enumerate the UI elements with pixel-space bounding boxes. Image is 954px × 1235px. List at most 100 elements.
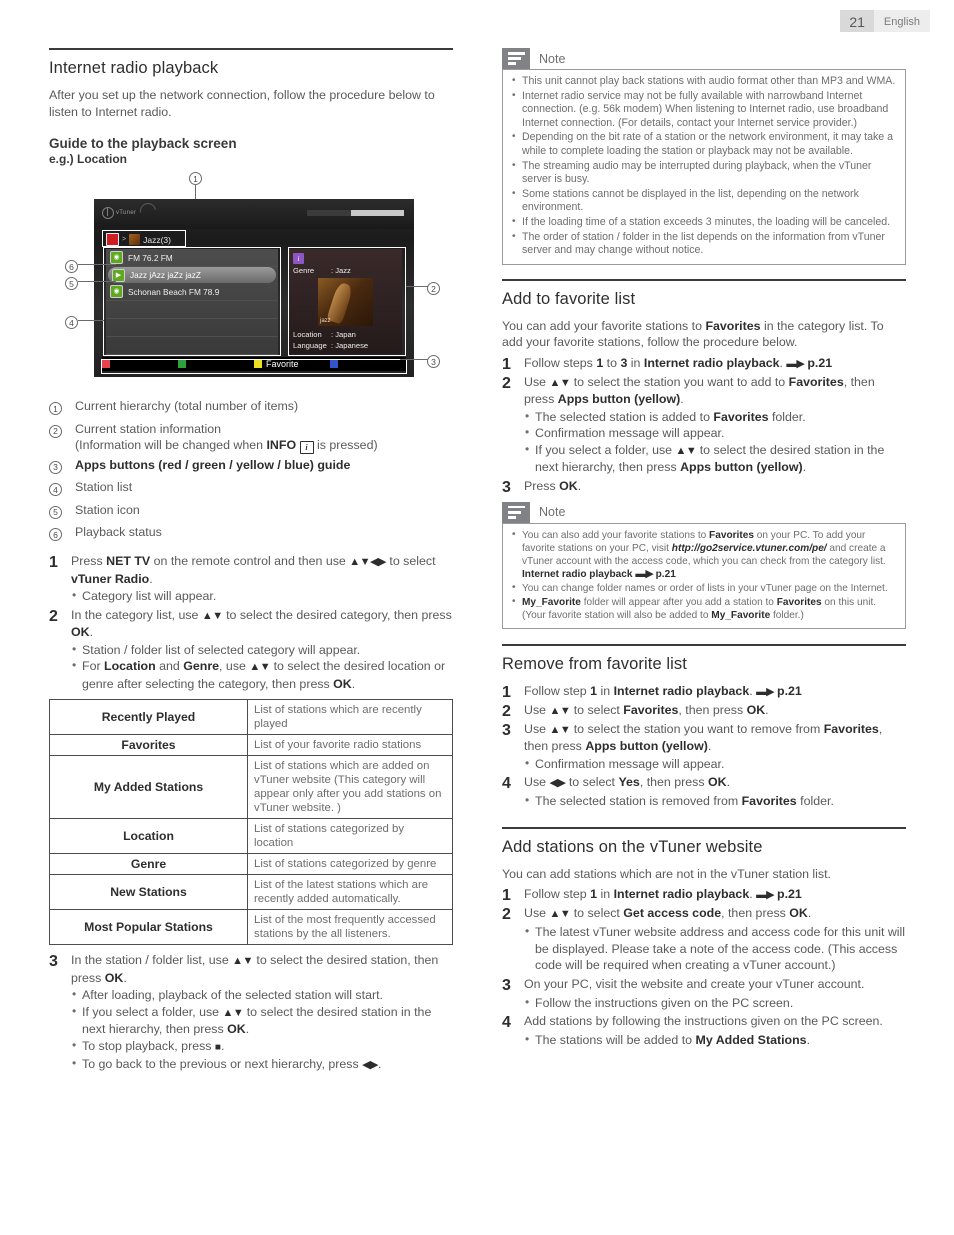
note-box-1: Note This unit cannot play back stations… <box>502 48 906 265</box>
rm-fav-step-1-number: 1 <box>502 683 511 701</box>
rm-fav-step-3-bullets: Confirmation message will appear. <box>502 755 906 773</box>
category-table-body: Recently Played List of stations which a… <box>49 699 453 945</box>
add-st-step-4-text: Add stations by following the instructio… <box>524 1014 883 1029</box>
rm-fav-step-3: 3 Use ▲▼ to select the station you want … <box>502 721 906 755</box>
section-title-remove-favorite: Remove from favorite list <box>502 643 906 674</box>
step-2-bullet-2: For Location and Genre, use ▲▼ to select… <box>71 657 453 692</box>
add-st-step-1-number: 1 <box>502 887 511 905</box>
playback-screen-figure: 1 vTuner > Jazz(3) ◉ FM 76.2 FM ▶ Jazz j… <box>49 170 453 390</box>
add-fav-step-3: 3 Press OK. <box>502 478 906 496</box>
legend-2-subtext-pre: (Information will be changed when <box>75 437 267 452</box>
right-column: Note This unit cannot play back stations… <box>502 48 906 1051</box>
step-3-bullet-1: After loading, playback of the selected … <box>71 986 453 1004</box>
left-column: Internet radio playback After you set up… <box>49 48 453 1076</box>
callout-5-leader <box>78 281 116 282</box>
add-st-step-2-number: 2 <box>502 906 511 924</box>
category-name: Recently Played <box>49 699 248 735</box>
add-st-bullet: The stations will be added to My Added S… <box>524 1031 906 1049</box>
add-stations-intro: You can add stations which are not in th… <box>502 866 832 881</box>
note-2-item: You can change folder names or order of … <box>510 581 898 595</box>
note-2-title: Note <box>539 505 566 520</box>
step-3-bullet-4: To go back to the previous or next hiera… <box>71 1055 453 1074</box>
add-st-step-4-bullets: The stations will be added to My Added S… <box>502 1031 906 1049</box>
decorative-arc <box>136 199 160 223</box>
legend-item-2: 2 Current station information (Informati… <box>49 421 453 454</box>
legend-4-number: 4 <box>49 483 62 497</box>
callout-5: 5 <box>65 275 78 293</box>
add-st-step-2-text: Use ▲▼ to select Get access code, then p… <box>524 906 812 921</box>
figure-legend: 1 Current hierarchy (total number of ite… <box>49 398 453 544</box>
add-fav-bullet: If you select a folder, use ▲▼ to select… <box>524 441 906 476</box>
legend-2-number: 2 <box>49 424 62 438</box>
language-label: English <box>873 10 930 32</box>
note-2-list: You can also add your favorite stations … <box>510 528 898 622</box>
tv-screen: vTuner > Jazz(3) ◉ FM 76.2 FM ▶ Jazz jAz… <box>94 199 414 377</box>
legend-4-text: Station list <box>75 480 133 494</box>
add-fav-step-3-text: Press OK. <box>524 478 582 493</box>
add-st-step-3-text: On your PC, visit the website and create… <box>524 976 865 991</box>
legend-6-number: 6 <box>49 528 62 542</box>
table-row: My Added Stations List of stations which… <box>49 755 453 819</box>
add-fav-step-2: 2 Use ▲▼ to select the station you want … <box>502 374 906 408</box>
add-st-step-3-number: 3 <box>502 976 511 994</box>
callout-5-number: 5 <box>65 277 78 291</box>
add-favorite-steps: 1 Follow steps 1 to 3 in Internet radio … <box>502 355 906 496</box>
legend-2-subtext-post: is pressed) <box>313 437 378 452</box>
rm-fav-step-3-text: Use ▲▼ to select the station you want to… <box>524 721 883 754</box>
add-st-step-4-number: 4 <box>502 1014 511 1032</box>
note-1-title: Note <box>539 51 566 66</box>
category-name: Favorites <box>49 734 248 756</box>
playback-steps: 1 Press NET TV on the remote control and… <box>49 553 453 692</box>
page-title: Internet radio playback <box>49 48 453 78</box>
highlight-box-info <box>288 247 406 356</box>
rm-fav-bullet: The selected station is removed from Fav… <box>524 792 906 810</box>
step-2-number: 2 <box>49 607 58 625</box>
tv-top-bar: vTuner <box>94 199 414 229</box>
category-name: My Added Stations <box>49 755 248 819</box>
category-desc: List of stations which are added on vTun… <box>247 755 453 819</box>
legend-2-text: Current station information <box>75 421 222 436</box>
callout-6-number: 6 <box>65 260 78 274</box>
legend-5-number: 5 <box>49 505 62 519</box>
category-desc: List of stations categorized by genre <box>247 853 453 875</box>
add-fav-step-2-bullets: The selected station is added to Favorit… <box>502 408 906 476</box>
step-3-bullet-2: If you select a folder, use ▲▼ to select… <box>71 1003 453 1038</box>
note-icon <box>502 48 530 69</box>
callout-2: 2 <box>427 280 440 298</box>
category-name: Genre <box>49 853 248 875</box>
callout-4: 4 <box>65 314 78 332</box>
add-fav-bullet: The selected station is added to Favorit… <box>524 408 906 426</box>
category-name: Location <box>49 818 248 854</box>
progress-bar <box>307 210 404 216</box>
step-1-bullet-1: Category list will appear. <box>71 587 453 605</box>
add-st-step-2-bullets: The latest vTuner website address and ac… <box>502 923 906 974</box>
add-st-step-2: 2 Use ▲▼ to select Get access code, then… <box>502 905 906 923</box>
rm-fav-bullet: Confirmation message will appear. <box>524 755 906 773</box>
note-1-item: The order of station / folder in the lis… <box>510 230 898 258</box>
step-2-bullet-1: Station / folder list of selected catego… <box>71 641 453 659</box>
note-2-item: You can also add your favorite stations … <box>510 528 898 581</box>
note-1-item: The streaming audio may be interrupted d… <box>510 159 898 187</box>
add-fav-step-3-number: 3 <box>502 478 511 496</box>
table-row: Genre List of stations categorized by ge… <box>49 853 453 875</box>
note-1-item: This unit cannot play back stations with… <box>510 74 898 89</box>
legend-1-number: 1 <box>49 402 62 416</box>
category-desc: List of the most frequently accessed sta… <box>247 909 453 945</box>
note-1-header: Note <box>502 48 906 69</box>
add-st-step-1-text: Follow step 1 in Internet radio playback… <box>524 887 802 902</box>
add-st-step-3: 3 On your PC, visit the website and crea… <box>502 976 906 994</box>
rm-fav-step-2-number: 2 <box>502 702 511 720</box>
legend-item-1: 1 Current hierarchy (total number of ite… <box>49 398 453 418</box>
rm-fav-step-1: 1 Follow step 1 in Internet radio playba… <box>502 683 906 701</box>
callout-3-leader <box>400 359 428 360</box>
table-row: Location List of stations categorized by… <box>49 818 453 854</box>
note-1-item: Depending on the bit rate of a station o… <box>510 130 898 158</box>
highlight-box-station-list <box>103 247 281 356</box>
add-fav-step-2-number: 2 <box>502 374 511 392</box>
rm-fav-step-4: 4 Use ◀▶ to select Yes, then press OK. <box>502 774 906 792</box>
legend-5-text: Station icon <box>75 502 140 517</box>
add-st-step-4: 4 Add stations by following the instruct… <box>502 1013 906 1031</box>
info-icon: i <box>299 441 314 454</box>
note-box-2: Note You can also add your favorite stat… <box>502 501 906 629</box>
step-3: 3 In the station / folder list, use ▲▼ t… <box>49 952 453 986</box>
